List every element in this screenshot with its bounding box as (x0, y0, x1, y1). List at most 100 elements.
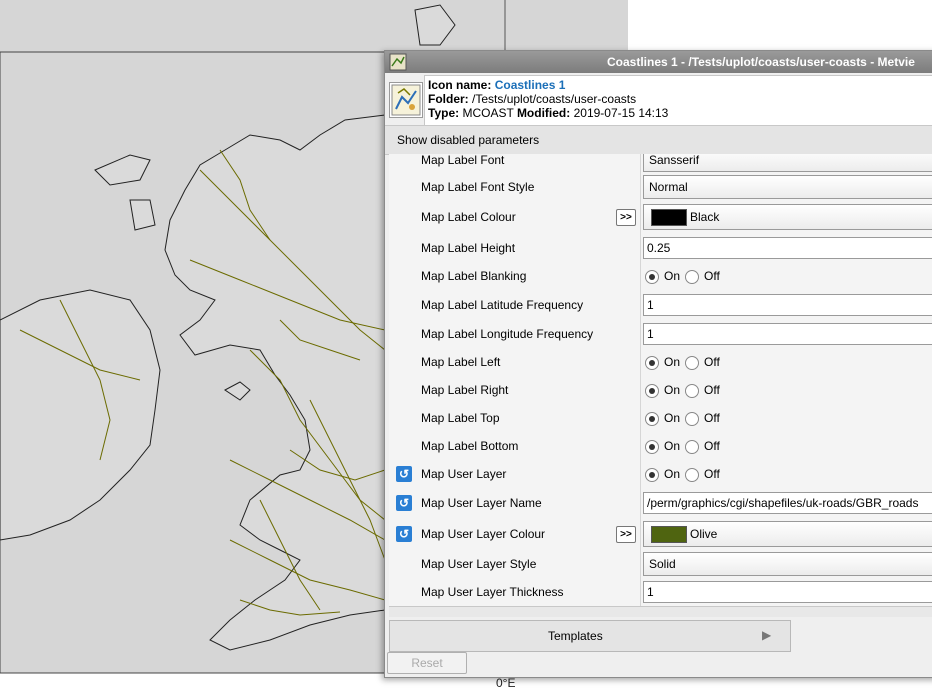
colour-dropdown[interactable]: Olive (643, 521, 932, 547)
param-label: Map User Layer Colour (421, 527, 546, 541)
colour-dropdown[interactable]: Black (643, 204, 932, 230)
param-row: Map User Layer Thickness 1 (389, 578, 932, 606)
icon-name-label: Icon name: (428, 78, 492, 92)
param-dropdown[interactable]: Sansserif (643, 154, 932, 172)
reset-button[interactable]: Reset (387, 652, 467, 674)
param-text-input[interactable]: 0.25 (643, 237, 932, 259)
param-text-input[interactable]: 1 (643, 323, 932, 345)
param-row: Map Label Latitude Frequency 1 (389, 290, 932, 321)
colour-name: Black (690, 210, 720, 224)
radio-off[interactable]: Off (685, 404, 720, 432)
radio-indicator-icon (645, 355, 659, 370)
radio-on[interactable]: On (645, 376, 680, 404)
radio-off[interactable]: Off (685, 432, 720, 460)
radio-indicator-icon (645, 439, 659, 454)
icon-info-text: Icon name: Coastlines 1 Folder: /Tests/u… (424, 75, 932, 127)
templates-label: Templates (548, 629, 603, 643)
icon-name-value: Coastlines 1 (494, 78, 566, 92)
param-value-cell: 1 (640, 290, 932, 320)
radio-on[interactable]: On (645, 432, 680, 460)
param-row: Map Label Bottom On Off (389, 432, 932, 461)
radio-indicator-icon (685, 467, 699, 482)
radio-label: On (664, 355, 681, 369)
helper-toggle-button[interactable]: >> (616, 525, 636, 543)
param-value-cell: On Off (640, 404, 932, 432)
colour-swatch (651, 526, 687, 543)
param-text-input[interactable]: 1 (643, 581, 932, 603)
radio-off[interactable]: Off (685, 348, 720, 376)
param-label: Map Label Top (421, 411, 500, 425)
param-value-cell: On Off (640, 376, 932, 404)
radio-label: Off (704, 383, 720, 397)
folder-value: /Tests/uplot/coasts/user-coasts (472, 92, 637, 106)
radio-label: Off (704, 439, 720, 453)
param-label: Map Label Right (421, 383, 509, 397)
param-row: Map Label Font Sansserif (389, 154, 932, 175)
param-label: Map User Layer Style (421, 557, 537, 571)
parameter-list[interactable]: Map Label Font Sansserif Map Label Font St… (389, 154, 932, 606)
param-text-input[interactable]: 1 (643, 294, 932, 316)
radio-label: Off (704, 467, 720, 481)
icon-editor-dialog: Coastlines 1 - /Tests/uplot/coasts/user-… (384, 50, 932, 678)
radio-indicator-icon (645, 467, 659, 482)
modified-label: Modified: (516, 106, 571, 120)
radio-indicator-icon (645, 411, 659, 426)
radio-label: On (664, 467, 681, 481)
param-dropdown[interactable]: Solid (643, 552, 932, 576)
radio-on[interactable]: On (645, 404, 680, 432)
param-value-cell: On Off (640, 262, 932, 290)
param-row: Map Label Colour >> Black (389, 200, 932, 235)
radio-indicator-icon (685, 383, 699, 398)
colour-name: Olive (690, 527, 718, 541)
type-value: MCOAST (462, 106, 514, 120)
param-row: Map User Layer Style Solid (389, 550, 932, 579)
folder-label: Folder: (428, 92, 469, 106)
radio-on[interactable]: On (645, 460, 680, 488)
param-label: Map Label Left (421, 355, 501, 369)
param-value-cell: Olive (640, 518, 932, 550)
expand-arrow-icon: ▶ (762, 628, 772, 642)
revert-to-default-icon[interactable]: ↺ (396, 526, 412, 542)
param-dropdown[interactable]: Normal (643, 175, 932, 199)
radio-off[interactable]: Off (685, 262, 720, 290)
coastlines-app-icon (389, 53, 407, 71)
radio-on[interactable]: On (645, 262, 680, 290)
param-row: ↺ Map User Layer Name/perm/graphics/cgi/s… (389, 488, 932, 519)
param-label: Map Label Height (421, 241, 516, 255)
param-label: Map Label Longitude Frequency (421, 327, 594, 341)
param-row: Map Label Font Style Normal (389, 174, 932, 201)
param-value-cell: Solid (640, 550, 932, 578)
radio-off[interactable]: Off (685, 376, 720, 404)
param-label: Map Label Font Style (421, 180, 535, 194)
type-label: Type: (428, 106, 460, 120)
param-value-cell: 0.25 (640, 234, 932, 262)
param-label: Map Label Blanking (421, 269, 527, 283)
radio-label: On (664, 411, 681, 425)
radio-off[interactable]: Off (685, 460, 720, 488)
param-row: Map Label Height 0.25 (389, 234, 932, 263)
radio-indicator-icon (685, 269, 699, 284)
colour-swatch (651, 209, 687, 226)
param-text-input[interactable]: /perm/graphics/cgi/shapefiles/uk-roads/G… (643, 492, 932, 514)
revert-to-default-icon[interactable]: ↺ (396, 495, 412, 511)
icon-info-panel: Icon name: Coastlines 1 Folder: /Tests/u… (385, 73, 932, 127)
radio-label: Off (704, 355, 720, 369)
show-disabled-parameters-toggle[interactable]: Show disabled parameters (385, 125, 932, 155)
param-label: Map User Layer Thickness (421, 585, 564, 599)
param-value-cell: On Off (640, 348, 932, 376)
templates-panel-button[interactable]: Templates ▶ (389, 620, 791, 652)
window-title: Coastlines 1 - /Tests/uplot/coasts/user-… (607, 55, 915, 69)
radio-indicator-icon (685, 439, 699, 454)
helper-toggle-button[interactable]: >> (616, 208, 636, 226)
radio-label: On (664, 383, 681, 397)
coastlines-icon (389, 82, 423, 118)
radio-on[interactable]: On (645, 348, 680, 376)
param-row: Map Label Longitude Frequency 1 (389, 320, 932, 349)
window-titlebar[interactable]: Coastlines 1 - /Tests/uplot/coasts/user-… (385, 51, 932, 73)
revert-to-default-icon[interactable]: ↺ (396, 466, 412, 482)
param-value-cell: Sansserif (640, 154, 932, 174)
param-row: Map Label Top On Off (389, 404, 932, 433)
horizontal-scrollbar[interactable] (389, 606, 932, 617)
param-row: ↺ Map User Layer Colour >> Olive (389, 518, 932, 551)
radio-indicator-icon (645, 383, 659, 398)
